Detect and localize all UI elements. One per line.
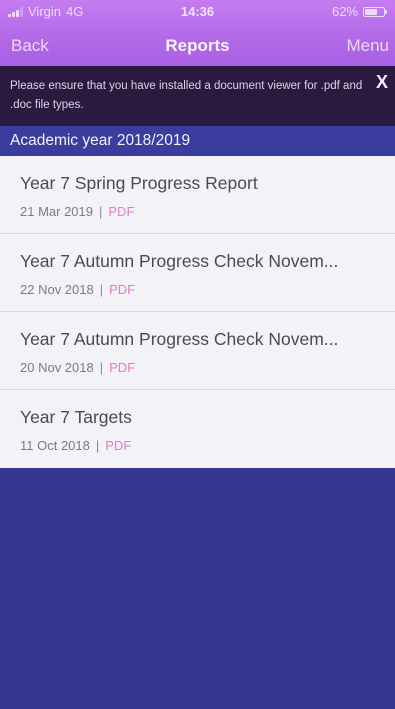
report-meta: 11 Oct 2018 | PDF <box>20 438 131 453</box>
report-title: Year 7 Spring Progress Report <box>20 173 258 193</box>
file-type-label[interactable]: PDF <box>108 204 134 219</box>
reports-screen: Virgin 4G 14:36 62% Back Reports Menu Pl… <box>0 0 395 709</box>
menu-button[interactable]: Menu <box>346 36 389 56</box>
meta-separator: | <box>99 282 104 297</box>
academic-year-title: Academic year 2018/2019 <box>10 132 191 149</box>
report-date: 20 Nov 2018 <box>20 360 94 375</box>
report-item-autumn-check-20-nov[interactable]: Year 7 Autumn Progress Check Novem... 20… <box>0 312 395 390</box>
file-type-label[interactable]: PDF <box>109 282 135 297</box>
meta-separator: | <box>99 360 104 375</box>
battery-icon <box>363 6 387 17</box>
academic-year-header: Academic year 2018/2019 <box>0 126 395 156</box>
report-date: 21 Mar 2019 <box>20 204 93 219</box>
report-item-targets[interactable]: Year 7 Targets 11 Oct 2018 | PDF <box>0 390 395 468</box>
app-header: Virgin 4G 14:36 62% Back Reports Menu <box>0 0 395 66</box>
notice-text: Please ensure that you have installed a … <box>10 80 363 111</box>
status-bar: Virgin 4G 14:36 62% <box>0 0 395 22</box>
close-notice-button[interactable]: X <box>376 72 388 93</box>
report-title: Year 7 Targets <box>20 407 132 427</box>
nav-bar: Back Reports Menu <box>0 22 395 66</box>
battery-percent: 62% <box>331 4 358 19</box>
report-date: 22 Nov 2018 <box>20 282 94 297</box>
report-list: Year 7 Spring Progress Report 21 Mar 201… <box>0 156 395 468</box>
report-title: Year 7 Autumn Progress Check Novem... <box>20 329 339 349</box>
report-meta: 22 Nov 2018 | PDF <box>20 282 135 297</box>
status-right: 62% <box>331 4 387 19</box>
empty-list-area <box>0 470 395 709</box>
document-viewer-notice: Please ensure that you have installed a … <box>0 66 395 126</box>
meta-separator: | <box>95 438 100 453</box>
report-item-spring-progress[interactable]: Year 7 Spring Progress Report 21 Mar 201… <box>0 156 395 234</box>
report-item-autumn-check-22-nov[interactable]: Year 7 Autumn Progress Check Novem... 22… <box>0 234 395 312</box>
meta-separator: | <box>99 204 103 219</box>
report-title: Year 7 Autumn Progress Check Novem... <box>20 251 339 271</box>
file-type-label[interactable]: PDF <box>109 360 135 375</box>
report-date: 11 Oct 2018 <box>20 438 90 453</box>
page-title: Reports <box>165 36 230 55</box>
report-meta: 21 Mar 2019 | PDF <box>20 204 134 219</box>
file-type-label[interactable]: PDF <box>105 438 131 453</box>
report-meta: 20 Nov 2018 | PDF <box>20 360 135 375</box>
